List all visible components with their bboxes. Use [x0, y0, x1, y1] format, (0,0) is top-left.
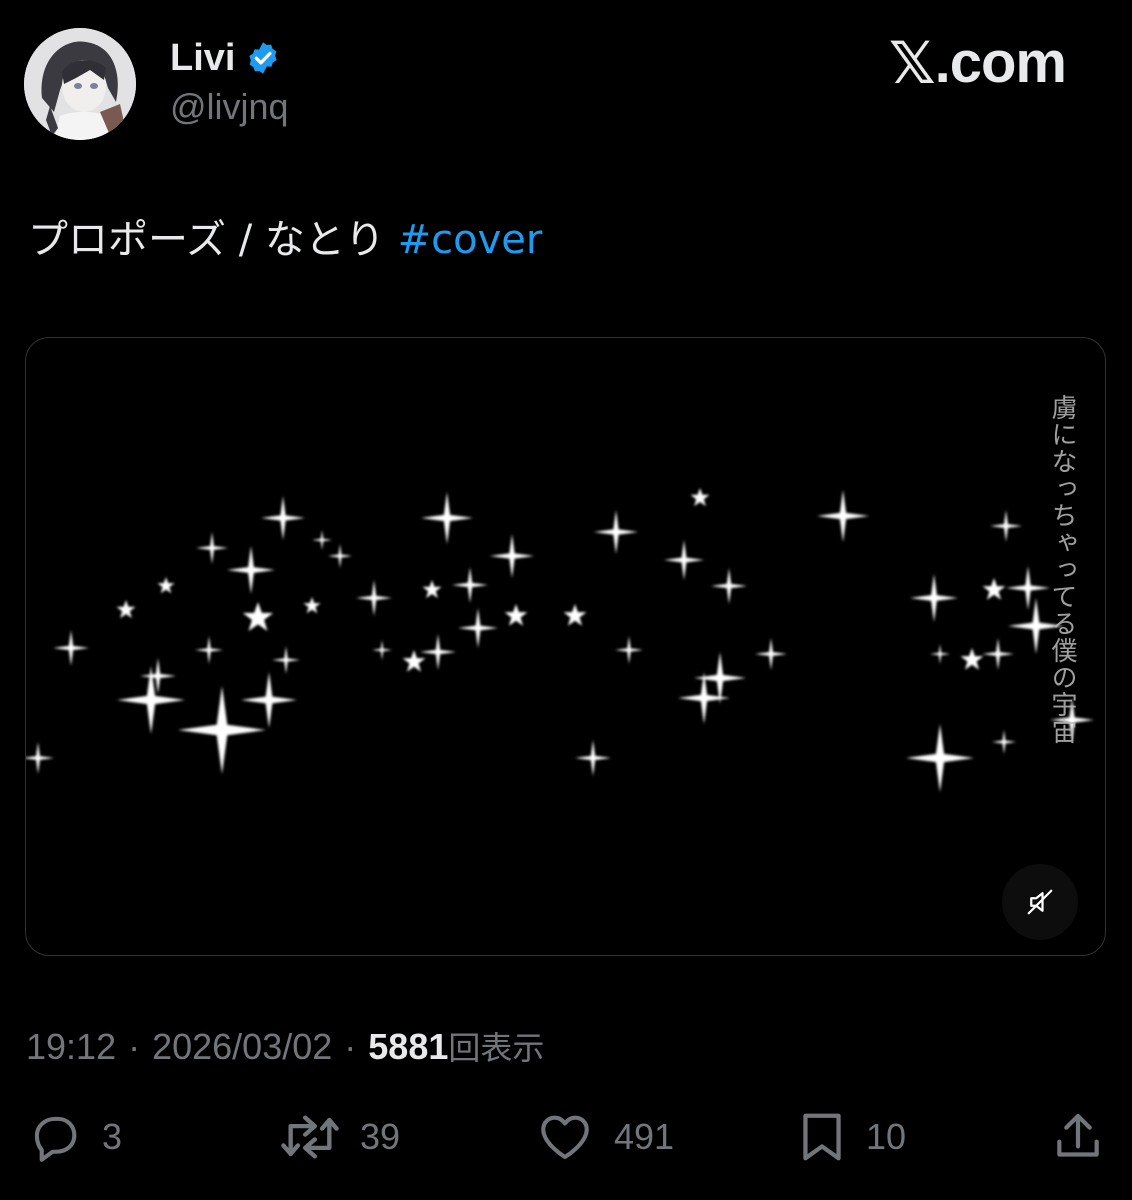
heart-icon [541, 1115, 589, 1160]
bookmark-icon [803, 1113, 841, 1161]
share-button[interactable] [1050, 1108, 1106, 1166]
reply-button[interactable]: 3 [26, 1108, 122, 1166]
repost-count: 39 [360, 1116, 401, 1157]
share-icon [1057, 1113, 1099, 1157]
speaker-muted-icon [1027, 889, 1053, 915]
view-count-label: 回表示 [448, 1029, 545, 1067]
video-player[interactable]: 虜になっちゃってる僕の宇宙 [25, 337, 1106, 956]
bookmark-button[interactable]: 10 [796, 1108, 906, 1166]
repost-button[interactable]: 39 [278, 1108, 400, 1166]
tweet-actions-bar: 3 39 491 10 [0, 1108, 1132, 1178]
verified-badge-icon [245, 40, 281, 76]
repost-icon [281, 1115, 339, 1159]
tweet-text: プロポーズ / なとり #cover [28, 214, 542, 266]
x-com-logo: 𝕏 .com [888, 29, 1067, 97]
video-lyric-caption: 虜になっちゃってる僕の宇宙 [1047, 394, 1077, 745]
meta-separator: · [344, 1026, 357, 1067]
reply-count: 3 [102, 1116, 123, 1157]
tweet-date[interactable]: 2026/03/02 [152, 1024, 332, 1070]
tweet-meta: 19:12 · 2026/03/02 · 5881 回表示 [26, 1024, 544, 1071]
bookmark-count: 10 [866, 1116, 907, 1157]
user-handle[interactable]: @livjnq [170, 84, 289, 130]
reply-icon [34, 1116, 77, 1162]
display-name[interactable]: Livi [170, 34, 235, 82]
author-row[interactable]: Livi [170, 34, 281, 82]
brand-suffix: .com [934, 30, 1067, 95]
tweet-body: プロポーズ / なとり [28, 217, 398, 263]
like-count: 491 [614, 1116, 675, 1157]
meta-separator: · [128, 1026, 141, 1067]
tweet-time[interactable]: 19:12 [26, 1024, 116, 1070]
view-count: 5881 [368, 1026, 449, 1067]
avatar[interactable] [24, 28, 136, 140]
x-logo-icon: 𝕏 [888, 29, 936, 97]
hashtag-link[interactable]: #cover [398, 217, 543, 263]
avatar-image [24, 28, 136, 140]
like-button[interactable]: 491 [534, 1108, 674, 1166]
sparkle-stars-image [26, 488, 1094, 792]
mute-toggle-button[interactable] [1002, 864, 1078, 940]
